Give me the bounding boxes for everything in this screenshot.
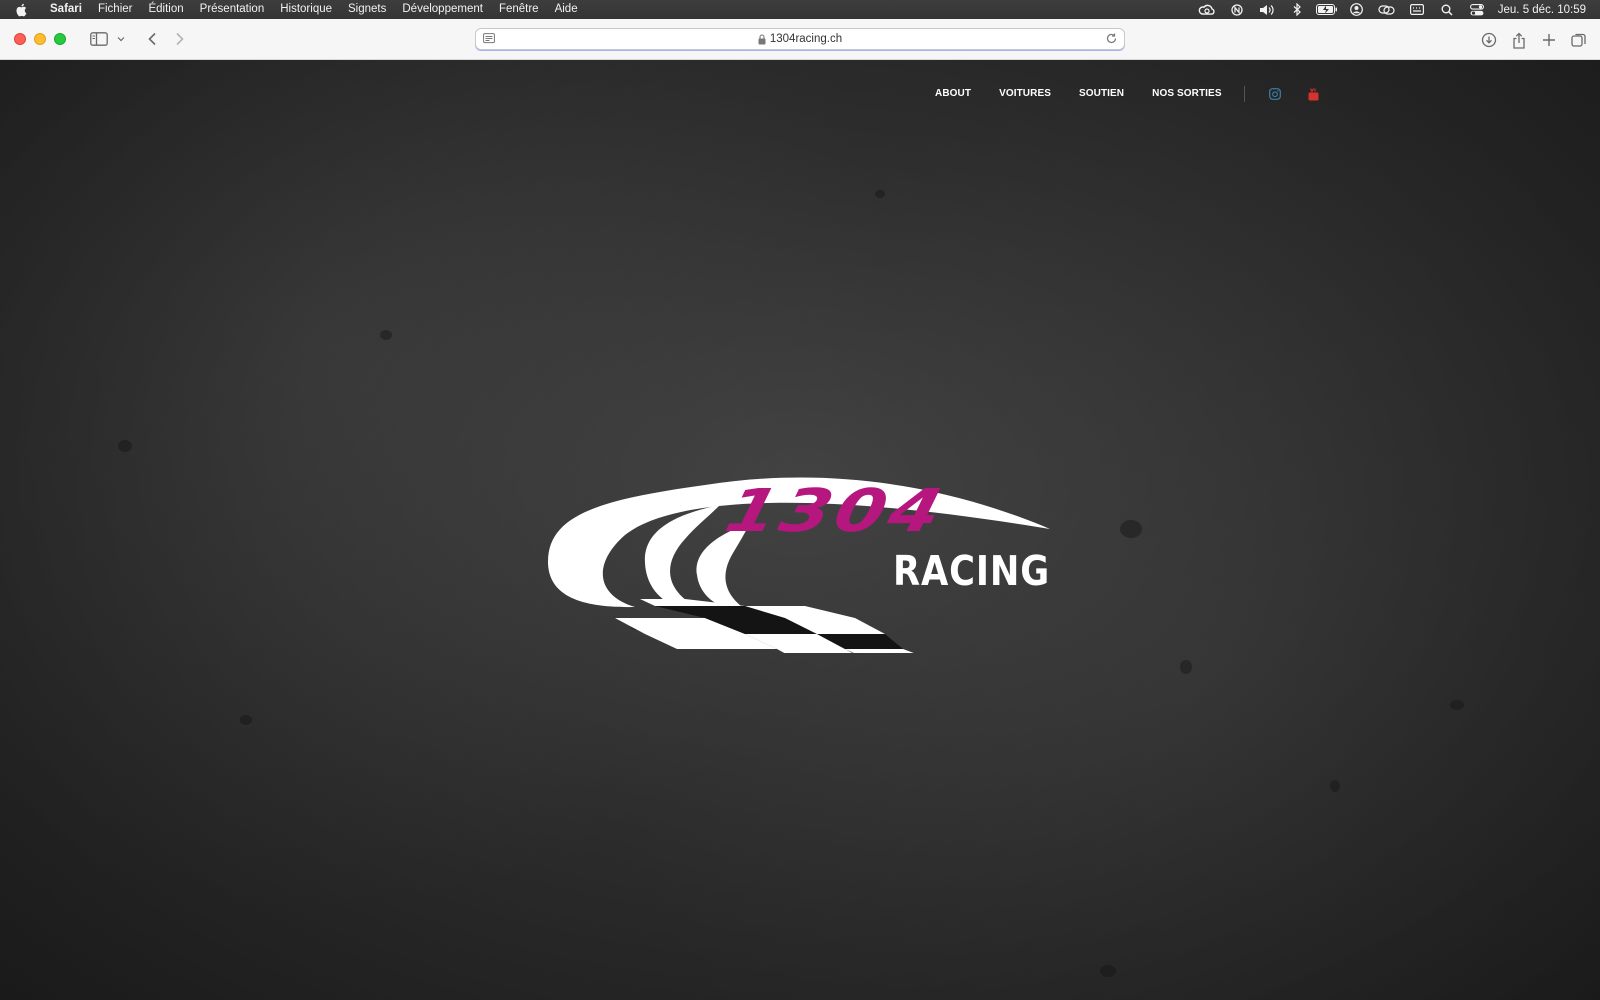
close-window-button[interactable] [14,33,26,45]
texture-speck [1330,780,1340,792]
apple-menu-icon[interactable] [0,3,42,17]
texture-speck [1450,700,1464,710]
battery-icon[interactable] [1312,0,1342,19]
window-controls [0,33,66,45]
menu-fichier[interactable]: Fichier [90,0,141,19]
keyboard-icon[interactable] [1402,0,1432,19]
nav-about[interactable]: ABOUT [935,87,971,101]
forward-icon[interactable] [166,25,194,53]
menu-safari[interactable]: Safari [42,0,90,19]
instagram-icon[interactable] [1265,87,1285,101]
address-bar[interactable]: 1304racing.ch [475,28,1125,50]
nav-voitures[interactable]: VOITURES [999,87,1051,101]
web-content: ABOUT VOITURES SOUTIEN NOS SORTIES 1304 … [0,60,1600,1000]
youtube-icon[interactable] [1304,87,1324,101]
toolbar-right-group [1476,26,1592,54]
menu-historique[interactable]: Historique [272,0,340,19]
nav-divider [1243,86,1245,102]
lock-icon [758,33,766,45]
tab-overview-icon[interactable] [1566,26,1592,54]
menu-developpement[interactable]: Développement [394,0,491,19]
menubar-status-area: Jeu. 5 déc. 10:59 [1192,0,1600,19]
back-icon[interactable] [138,25,166,53]
new-tab-icon[interactable] [1536,26,1562,54]
screen-mirroring-icon[interactable] [1372,0,1402,19]
texture-speck [380,330,392,340]
share-icon[interactable] [1506,26,1532,54]
chevron-down-icon[interactable] [114,25,128,53]
menu-presentation[interactable]: Présentation [192,0,273,19]
nav-soutien[interactable]: SOUTIEN [1079,87,1124,101]
menu-edition[interactable]: Édition [140,0,191,19]
menubar-clock[interactable]: Jeu. 5 déc. 10:59 [1492,4,1586,16]
menu-fenetre[interactable]: Fenêtre [491,0,547,19]
spotlight-icon[interactable] [1432,0,1462,19]
creative-cloud-icon[interactable] [1192,0,1222,19]
reload-icon[interactable] [1105,32,1118,48]
site-logo[interactable]: 1304 RACING [545,423,1055,661]
bluetooth-icon[interactable] [1282,0,1312,19]
logo-word: RACING [893,547,1051,595]
texture-speck [1180,660,1192,674]
safari-toolbar: 1304racing.ch [0,19,1600,60]
macos-menu-bar: Safari Fichier Édition Présentation Hist… [0,0,1600,19]
user-icon[interactable] [1342,0,1372,19]
texture-speck [1100,965,1116,977]
minimize-window-button[interactable] [34,33,46,45]
notchmeister-icon[interactable] [1222,0,1252,19]
logo-number: 1304 [719,476,953,545]
volume-icon[interactable] [1252,0,1282,19]
texture-speck [1120,520,1142,538]
menu-aide[interactable]: Aide [547,0,586,19]
texture-speck [118,440,132,452]
texture-speck [240,715,252,725]
site-navigation: ABOUT VOITURES SOUTIEN NOS SORTIES [935,86,1343,102]
sidebar-icon[interactable] [88,25,110,53]
reader-icon[interactable] [483,33,495,48]
control-center-icon[interactable] [1462,0,1492,19]
texture-speck [875,190,885,198]
menu-signets[interactable]: Signets [340,0,394,19]
nav-nos-sorties[interactable]: NOS SORTIES [1152,87,1221,101]
fullscreen-window-button[interactable] [54,33,66,45]
url-text: 1304racing.ch [769,33,843,45]
download-icon[interactable] [1476,26,1502,54]
